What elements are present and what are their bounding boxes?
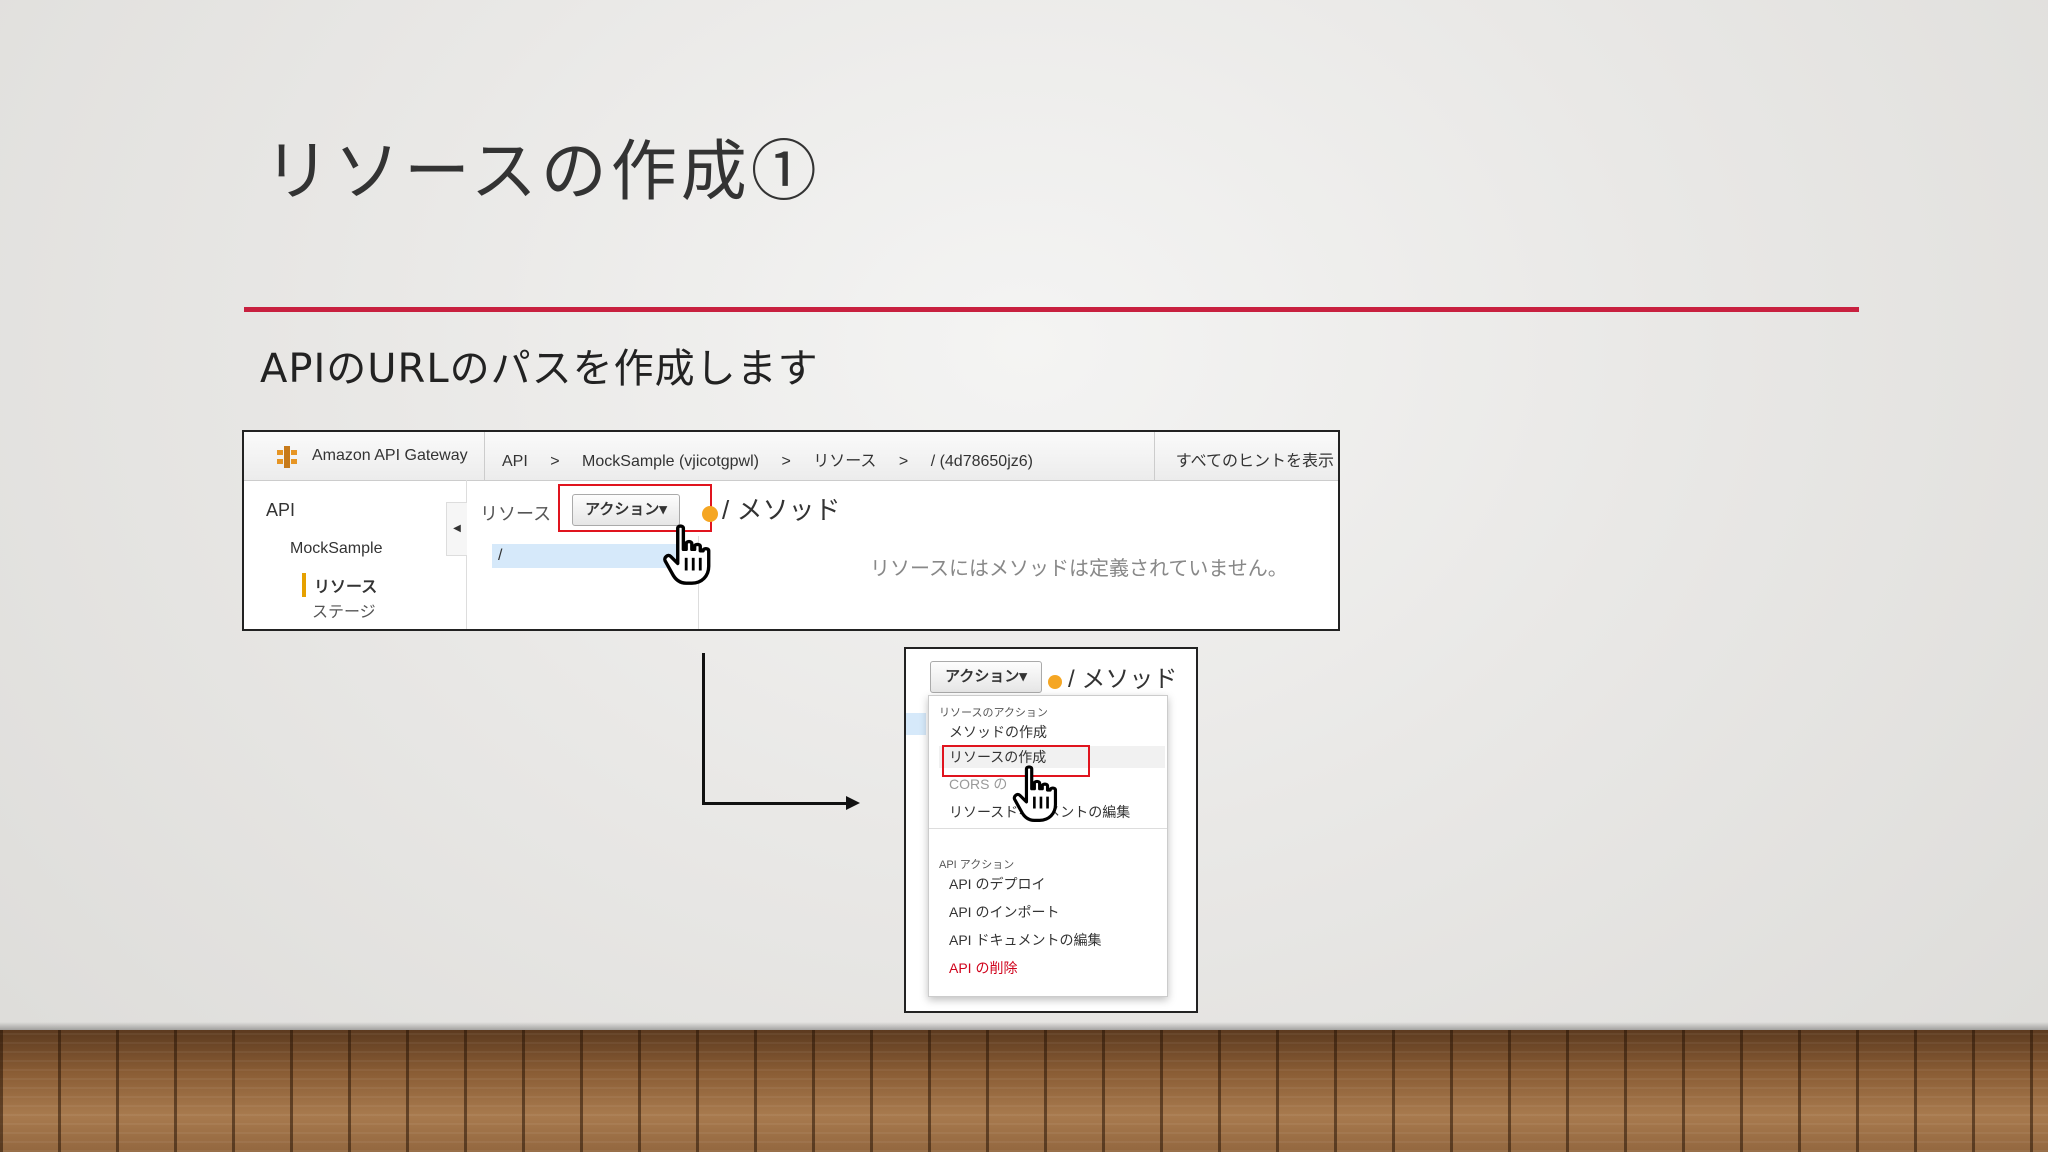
menu-header-resource-actions: リソースのアクション (939, 707, 1048, 719)
sidebar-item-stages[interactable]: ステージ (312, 598, 376, 622)
breadcrumb-sep: > (898, 453, 909, 470)
hand-pointer-icon (663, 524, 711, 585)
menu-item-create-method[interactable]: メソッドの作成 (949, 722, 1047, 742)
menu-item-enable-cors[interactable]: CORS の (949, 774, 1007, 794)
menu-item-deploy-api[interactable]: API のデプロイ (949, 874, 1045, 894)
api-gateway-screenshot: Amazon API Gateway API > MockSample (vji… (242, 430, 1340, 631)
sidebar: API MockSample リソース ステージ (244, 480, 467, 629)
hand-pointer-icon (1012, 765, 1058, 822)
arrow-connector (702, 802, 848, 805)
breadcrumb-sep: > (550, 453, 560, 470)
breadcrumb: API > MockSample (vjicotgpwl) > リソース > /… (502, 447, 1051, 471)
nav-separator (484, 432, 485, 480)
sidebar-item-api[interactable]: API (266, 500, 295, 521)
actions-button[interactable]: アクション▾ (930, 661, 1042, 693)
menu-item-import-api[interactable]: API のインポート (949, 902, 1059, 922)
api-gateway-logo-icon[interactable] (274, 444, 300, 470)
console-navbar: Amazon API Gateway API > MockSample (vji… (244, 432, 1338, 481)
brand-label[interactable]: Amazon API Gateway (312, 447, 468, 465)
arrow-connector (702, 653, 705, 805)
breadcrumb-sep: > (781, 453, 791, 470)
sidebar-item-resources[interactable]: リソース (302, 573, 377, 597)
breadcrumb-resource-id: / (4d78650jz6) (930, 453, 1033, 470)
breadcrumb-api-name[interactable]: MockSample (vjicotgpwl) (582, 453, 759, 470)
hint-dot-icon[interactable] (1048, 675, 1062, 689)
sidebar-item-api-name[interactable]: MockSample (290, 540, 382, 558)
arrow-head-icon (846, 796, 860, 810)
menu-item-edit-api-doc[interactable]: API ドキュメントの編集 (949, 930, 1101, 950)
hint-dot-icon[interactable] (702, 506, 718, 522)
menu-header-api-actions: API アクション (939, 859, 1015, 871)
slide-title: リソースの作成① (264, 133, 821, 210)
method-title: / メソッド (1068, 666, 1178, 693)
method-title: / メソッド (722, 495, 841, 525)
resources-label: リソース (480, 504, 552, 524)
wood-floor (0, 1030, 2048, 1152)
collapse-arrow-icon[interactable]: ◀ (446, 502, 467, 556)
menu-item-delete-api[interactable]: API の削除 (949, 958, 1017, 978)
accent-rule (244, 307, 1859, 312)
breadcrumb-api[interactable]: API (502, 453, 528, 470)
show-all-hints-link[interactable]: すべてのヒントを表示 (1176, 447, 1334, 471)
actions-dropdown-menu: リソースのアクション メソッドの作成 リソースの作成 CORS の リソースドキ… (928, 695, 1168, 997)
nav-separator (1154, 432, 1155, 480)
tree-root-item (906, 713, 926, 735)
slide-subtitle: APIのURLのパスを作成します (260, 346, 819, 392)
actions-menu-screenshot: アクション▾ / メソッド リソースのアクション メソッドの作成 リソースの作成… (904, 647, 1198, 1013)
breadcrumb-resources[interactable]: リソース (813, 453, 876, 470)
empty-methods-message: リソースにはメソッドは定義されていません。 (870, 558, 1288, 580)
menu-divider (929, 828, 1167, 829)
